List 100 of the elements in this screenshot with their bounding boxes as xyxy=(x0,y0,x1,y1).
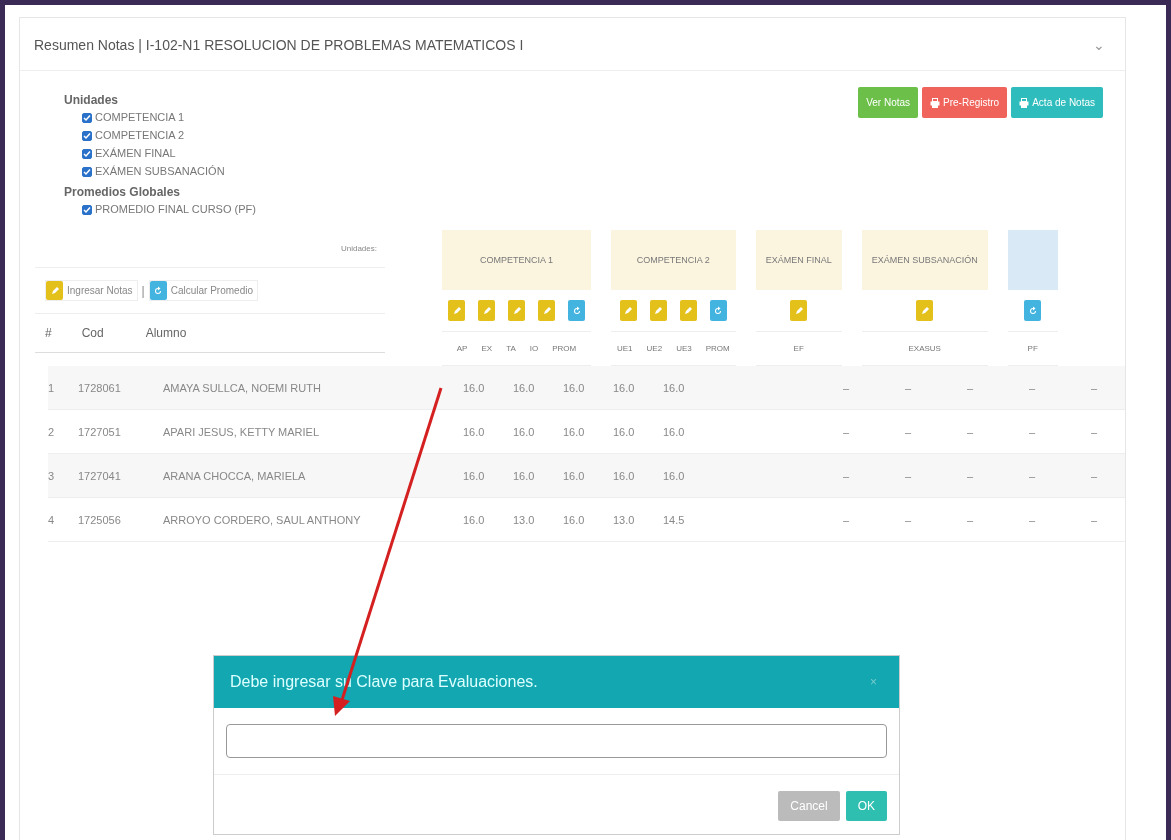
grade-cell-text: 14.5 xyxy=(663,513,686,526)
empty-grade-cell-text: – xyxy=(905,381,913,394)
grade-cell-text: 13.0 xyxy=(613,513,636,526)
filter-heading: Promedios Globales xyxy=(64,185,182,199)
student-name: ARANA CHOCCA, MARIELA xyxy=(163,469,307,482)
empty-grade-cell-text: – xyxy=(967,469,975,482)
edit-button[interactable] xyxy=(448,300,465,321)
empty-grade-cell-text: – xyxy=(843,381,851,394)
empty-grade-cell-text: – xyxy=(967,513,975,526)
dialog-button[interactable]: Cancel xyxy=(778,791,840,821)
student-name: APARI JESUS, KETTY MARIEL xyxy=(163,425,321,438)
checkbox[interactable] xyxy=(82,130,92,141)
pencil-icon xyxy=(793,305,804,316)
action-button[interactable]: Ver Notas xyxy=(858,87,919,118)
empty-grade-cell-text: – xyxy=(843,425,851,438)
group-header: EXÁMEN FINAL xyxy=(755,230,842,290)
pencil-icon xyxy=(511,305,522,316)
refresh-icon xyxy=(153,285,164,296)
column-header: UE1 xyxy=(617,344,633,353)
grade-cell-text: 16.0 xyxy=(513,381,536,394)
column-header: AP xyxy=(456,344,468,353)
empty-grade-cell-text: – xyxy=(905,469,913,482)
tool-button[interactable]: Calcular Promedio xyxy=(148,280,258,301)
student-code: 1725056 xyxy=(78,513,122,526)
grade-cell-text: 13.0 xyxy=(513,513,536,526)
grade-cell-text: 16.0 xyxy=(663,469,686,482)
checkbox-label: COMPETENCIA 2 xyxy=(95,128,185,143)
checkbox-label: PROMEDIO FINAL CURSO (PF) xyxy=(95,202,256,217)
grade-cell-text: 16.0 xyxy=(463,469,486,482)
edit-button[interactable] xyxy=(478,300,495,321)
empty-grade-cell-text: – xyxy=(1029,513,1037,526)
close-button[interactable]: × xyxy=(864,674,883,690)
pencil-icon xyxy=(623,305,634,316)
grade-cell-text: 16.0 xyxy=(663,381,686,394)
student-name: AMAYA SULLCA, NOEMI RUTH xyxy=(163,381,322,394)
column-header: UE3 xyxy=(676,344,692,353)
refresh-icon xyxy=(1027,305,1038,316)
checkbox[interactable] xyxy=(82,148,92,159)
column-header: UE2 xyxy=(646,344,663,353)
pencil-icon xyxy=(683,305,694,316)
filter-heading: Unidades xyxy=(64,93,119,107)
group-header: COMPETENCIA 2 xyxy=(611,230,736,290)
action-button[interactable]: Acta de Notas xyxy=(1011,87,1103,118)
dialog-button[interactable]: OK xyxy=(845,791,887,821)
column-header: PROM xyxy=(552,344,577,353)
grade-cell-text: 16.0 xyxy=(663,425,686,438)
grade-cell-text: 16.0 xyxy=(463,381,486,394)
tool-button[interactable]: Ingresar Notas xyxy=(45,280,138,301)
student-code: 1728061 xyxy=(78,381,122,394)
empty-grade-cell-text: – xyxy=(1091,469,1099,482)
recalculate-button[interactable] xyxy=(709,300,727,321)
edit-button[interactable] xyxy=(916,300,934,321)
group-header: COMPETENCIA 1 xyxy=(442,230,591,290)
row-number: 3 xyxy=(48,469,56,482)
password-field[interactable] xyxy=(226,724,887,758)
empty-grade-cell-text: – xyxy=(905,425,913,438)
checkbox[interactable] xyxy=(82,112,92,123)
grade-cell-text: 16.0 xyxy=(563,381,586,394)
edit-button[interactable] xyxy=(790,300,808,321)
column-header: PROM xyxy=(705,344,730,353)
empty-grade-cell-text: – xyxy=(967,425,975,438)
pencil-icon xyxy=(481,305,492,316)
column-header: EF xyxy=(793,344,804,353)
column-header: PF xyxy=(1027,344,1038,353)
panel-title: Resumen Notas | I-102-N1 RESOLUCION DE PROBLEMAS MATEMATICOS I xyxy=(34,37,524,53)
column-header: EXASUS xyxy=(908,344,941,353)
column-header: IO xyxy=(529,344,539,353)
edit-button[interactable] xyxy=(538,300,555,321)
empty-grade-cell-text: – xyxy=(1029,425,1037,438)
grade-cell-text: 16.0 xyxy=(563,425,586,438)
grade-cell-text: 16.0 xyxy=(613,469,636,482)
grade-cell-text: 16.0 xyxy=(513,425,536,438)
recalculate-button[interactable] xyxy=(1024,300,1042,321)
pencil-icon xyxy=(919,305,930,316)
checkbox[interactable] xyxy=(82,204,92,215)
action-button[interactable]: Pre-Registro xyxy=(922,87,1008,118)
edit-button[interactable] xyxy=(619,300,637,321)
refresh-icon xyxy=(713,305,724,316)
empty-grade-cell-text: – xyxy=(843,513,851,526)
empty-grade-cell-text: – xyxy=(967,381,975,394)
student-code: 1727051 xyxy=(78,425,122,438)
grade-cell-text: 16.0 xyxy=(613,425,636,438)
collapse-button[interactable]: ⌄ xyxy=(1087,36,1111,54)
grade-cell-text: 16.0 xyxy=(563,513,586,526)
edit-button[interactable] xyxy=(649,300,667,321)
grade-cell-text: 16.0 xyxy=(463,425,486,438)
checkbox-label: EXÁMEN SUBSANACIÓN xyxy=(95,164,225,179)
empty-grade-cell-text: – xyxy=(905,513,913,526)
edit-button[interactable] xyxy=(679,300,697,321)
separator: | xyxy=(141,283,145,298)
empty-grade-cell-text: – xyxy=(1091,513,1099,526)
edit-button[interactable] xyxy=(508,300,525,321)
empty-grade-cell-text: – xyxy=(1029,381,1037,394)
recalculate-button[interactable] xyxy=(568,300,585,321)
column-header: TA xyxy=(506,344,516,353)
empty-grade-cell-text: – xyxy=(843,469,851,482)
grade-cell-text: 16.0 xyxy=(563,469,586,482)
row-number: 4 xyxy=(48,513,56,526)
checkbox[interactable] xyxy=(82,166,92,177)
checkbox-label: COMPETENCIA 1 xyxy=(95,110,185,125)
